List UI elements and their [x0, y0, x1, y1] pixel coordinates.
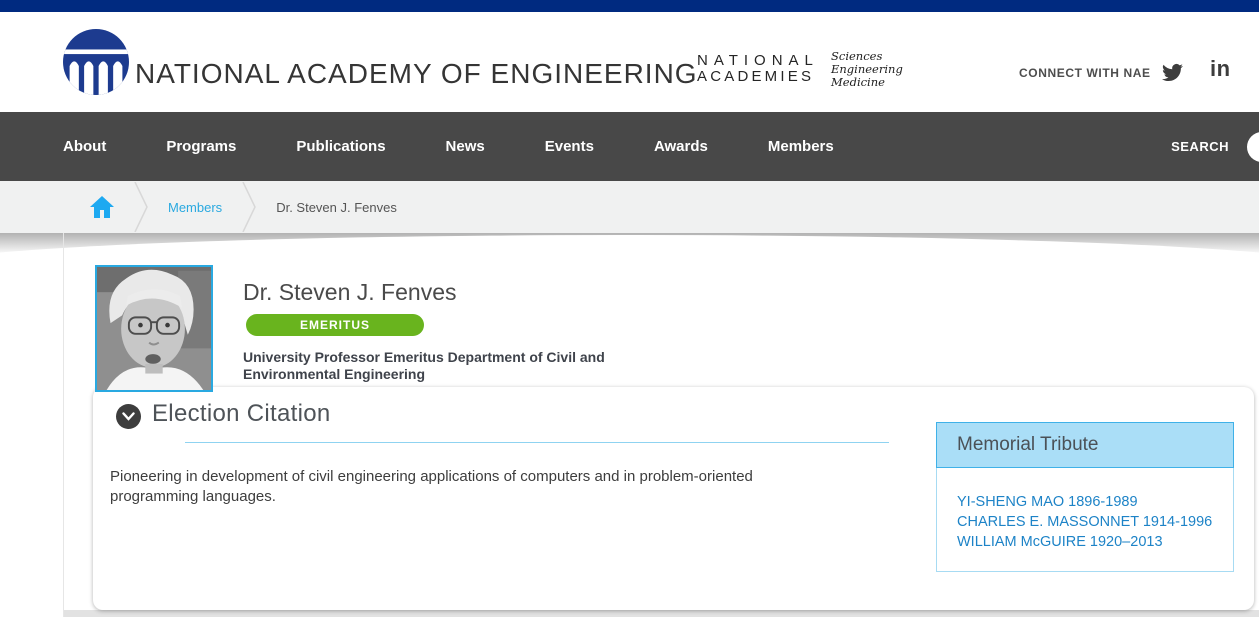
page-curl-shadow: [0, 233, 1259, 269]
nav-item-publications[interactable]: Publications: [296, 138, 385, 155]
main-content: Dr. Steven J. Fenves EMERITUS University…: [0, 233, 1259, 617]
site-title: NATIONAL ACADEMY OF ENGINEERING: [135, 58, 698, 90]
election-citation-card: Election Citation Pioneering in developm…: [93, 387, 1254, 610]
nae-logo[interactable]: [63, 29, 129, 95]
nae-arches-icon: [63, 29, 129, 95]
breadcrumb-current-page: Dr. Steven J. Fenves: [276, 200, 397, 215]
portrait-image: [97, 267, 211, 390]
memorial-link-massonnet[interactable]: CHARLES E. MASSONNET 1914-1996: [957, 512, 1233, 532]
chevron-separator-icon: [134, 182, 148, 232]
search-icon[interactable]: [1247, 132, 1259, 162]
memorial-link-mao[interactable]: YI-SHENG MAO 1896-1989: [957, 492, 1233, 512]
search-label[interactable]: SEARCH: [1171, 139, 1229, 154]
memorial-tribute-links: YI-SHENG MAO 1896-1989 CHARLES E. MASSON…: [936, 468, 1234, 572]
page: NATIONAL ACADEMY OF ENGINEERING NATIONAL…: [0, 0, 1259, 617]
home-icon[interactable]: [90, 196, 114, 218]
connect-with-nae-label: CONNECT WITH NAE: [1019, 66, 1151, 80]
nav-item-news[interactable]: News: [446, 138, 485, 155]
collapse-section-button[interactable]: [116, 404, 141, 429]
content-left-border: [63, 233, 64, 617]
division-medicine: Medicine: [831, 76, 903, 89]
election-citation-heading: Election Citation: [152, 400, 331, 428]
site-header: NATIONAL ACADEMY OF ENGINEERING NATIONAL…: [0, 12, 1259, 112]
chevron-separator-icon: [242, 182, 256, 232]
memorial-tribute-box: Memorial Tribute YI-SHENG MAO 1896-1989 …: [936, 422, 1234, 572]
member-name: Dr. Steven J. Fenves: [243, 279, 456, 306]
page-bottom-strip: [64, 610, 1259, 617]
national-academies-wordmark: NATIONAL ACADEMIES: [697, 53, 819, 85]
linkedin-icon[interactable]: in: [1210, 56, 1231, 82]
wordmark-line1: NATIONAL: [697, 53, 819, 69]
breadcrumb: Members Dr. Steven J. Fenves: [0, 181, 1259, 233]
top-navy-bar: [0, 0, 1259, 12]
main-navigation: About Programs Publications News Events …: [0, 112, 1259, 181]
memorial-link-mcguire[interactable]: WILLIAM McGUIRE 1920–2013: [957, 532, 1233, 552]
search-area: SEARCH: [1171, 112, 1229, 181]
nav-item-members[interactable]: Members: [768, 138, 834, 155]
memorial-tribute-heading: Memorial Tribute: [936, 422, 1234, 468]
nav-item-events[interactable]: Events: [545, 138, 594, 155]
heading-underline: [185, 442, 889, 443]
breadcrumb-members-link[interactable]: Members: [168, 200, 222, 215]
wordmark-line2: ACADEMIES: [697, 69, 819, 85]
academies-divisions: Sciences Engineering Medicine: [831, 50, 903, 89]
nav-item-programs[interactable]: Programs: [166, 138, 236, 155]
nav-item-awards[interactable]: Awards: [654, 138, 708, 155]
member-portrait: [95, 265, 213, 392]
twitter-icon[interactable]: [1160, 62, 1185, 83]
nav-item-about[interactable]: About: [63, 138, 106, 155]
emeritus-badge: EMERITUS: [246, 314, 424, 336]
member-affiliation: University Professor Emeritus Department…: [243, 349, 658, 383]
citation-text: Pioneering in development of civil engin…: [110, 467, 840, 507]
chevron-down-icon: [122, 412, 135, 421]
